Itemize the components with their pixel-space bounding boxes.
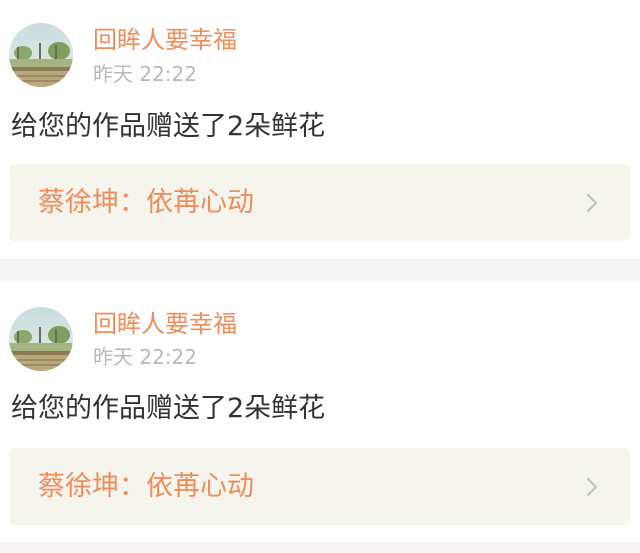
chevron-right-icon: [582, 191, 602, 215]
notification-card: 回眸人要幸福 昨天 22:22 给您的作品赠送了2朵鲜花 蔡徐坤：依苒心动: [0, 0, 640, 259]
timestamp: 昨天 22:22: [93, 62, 197, 86]
username[interactable]: 回眸人要幸福: [93, 24, 237, 56]
work-link-card[interactable]: 蔡徐坤：依苒心动: [9, 164, 630, 241]
work-title: 蔡徐坤：依苒心动: [38, 187, 254, 218]
user-avatar[interactable]: [9, 23, 73, 87]
landscape-avatar-icon: [9, 307, 73, 371]
notification-feed: 回眸人要幸福 昨天 22:22 给您的作品赠送了2朵鲜花 蔡徐坤：依苒心动 回眸…: [0, 0, 640, 553]
notification-card: 回眸人要幸福 昨天 22:22 给您的作品赠送了2朵鲜花 蔡徐坤：依苒心动: [0, 281, 640, 542]
notification-message: 给您的作品赠送了2朵鲜花: [11, 111, 326, 142]
user-avatar[interactable]: [9, 307, 73, 371]
timestamp: 昨天 22:22: [93, 345, 197, 369]
username[interactable]: 回眸人要幸福: [93, 308, 237, 340]
work-link-card[interactable]: 蔡徐坤：依苒心动: [9, 448, 630, 525]
notification-message: 给您的作品赠送了2朵鲜花: [11, 393, 326, 424]
work-title: 蔡徐坤：依苒心动: [38, 471, 254, 502]
landscape-avatar-icon: [9, 23, 73, 87]
chevron-right-icon: [582, 475, 602, 499]
